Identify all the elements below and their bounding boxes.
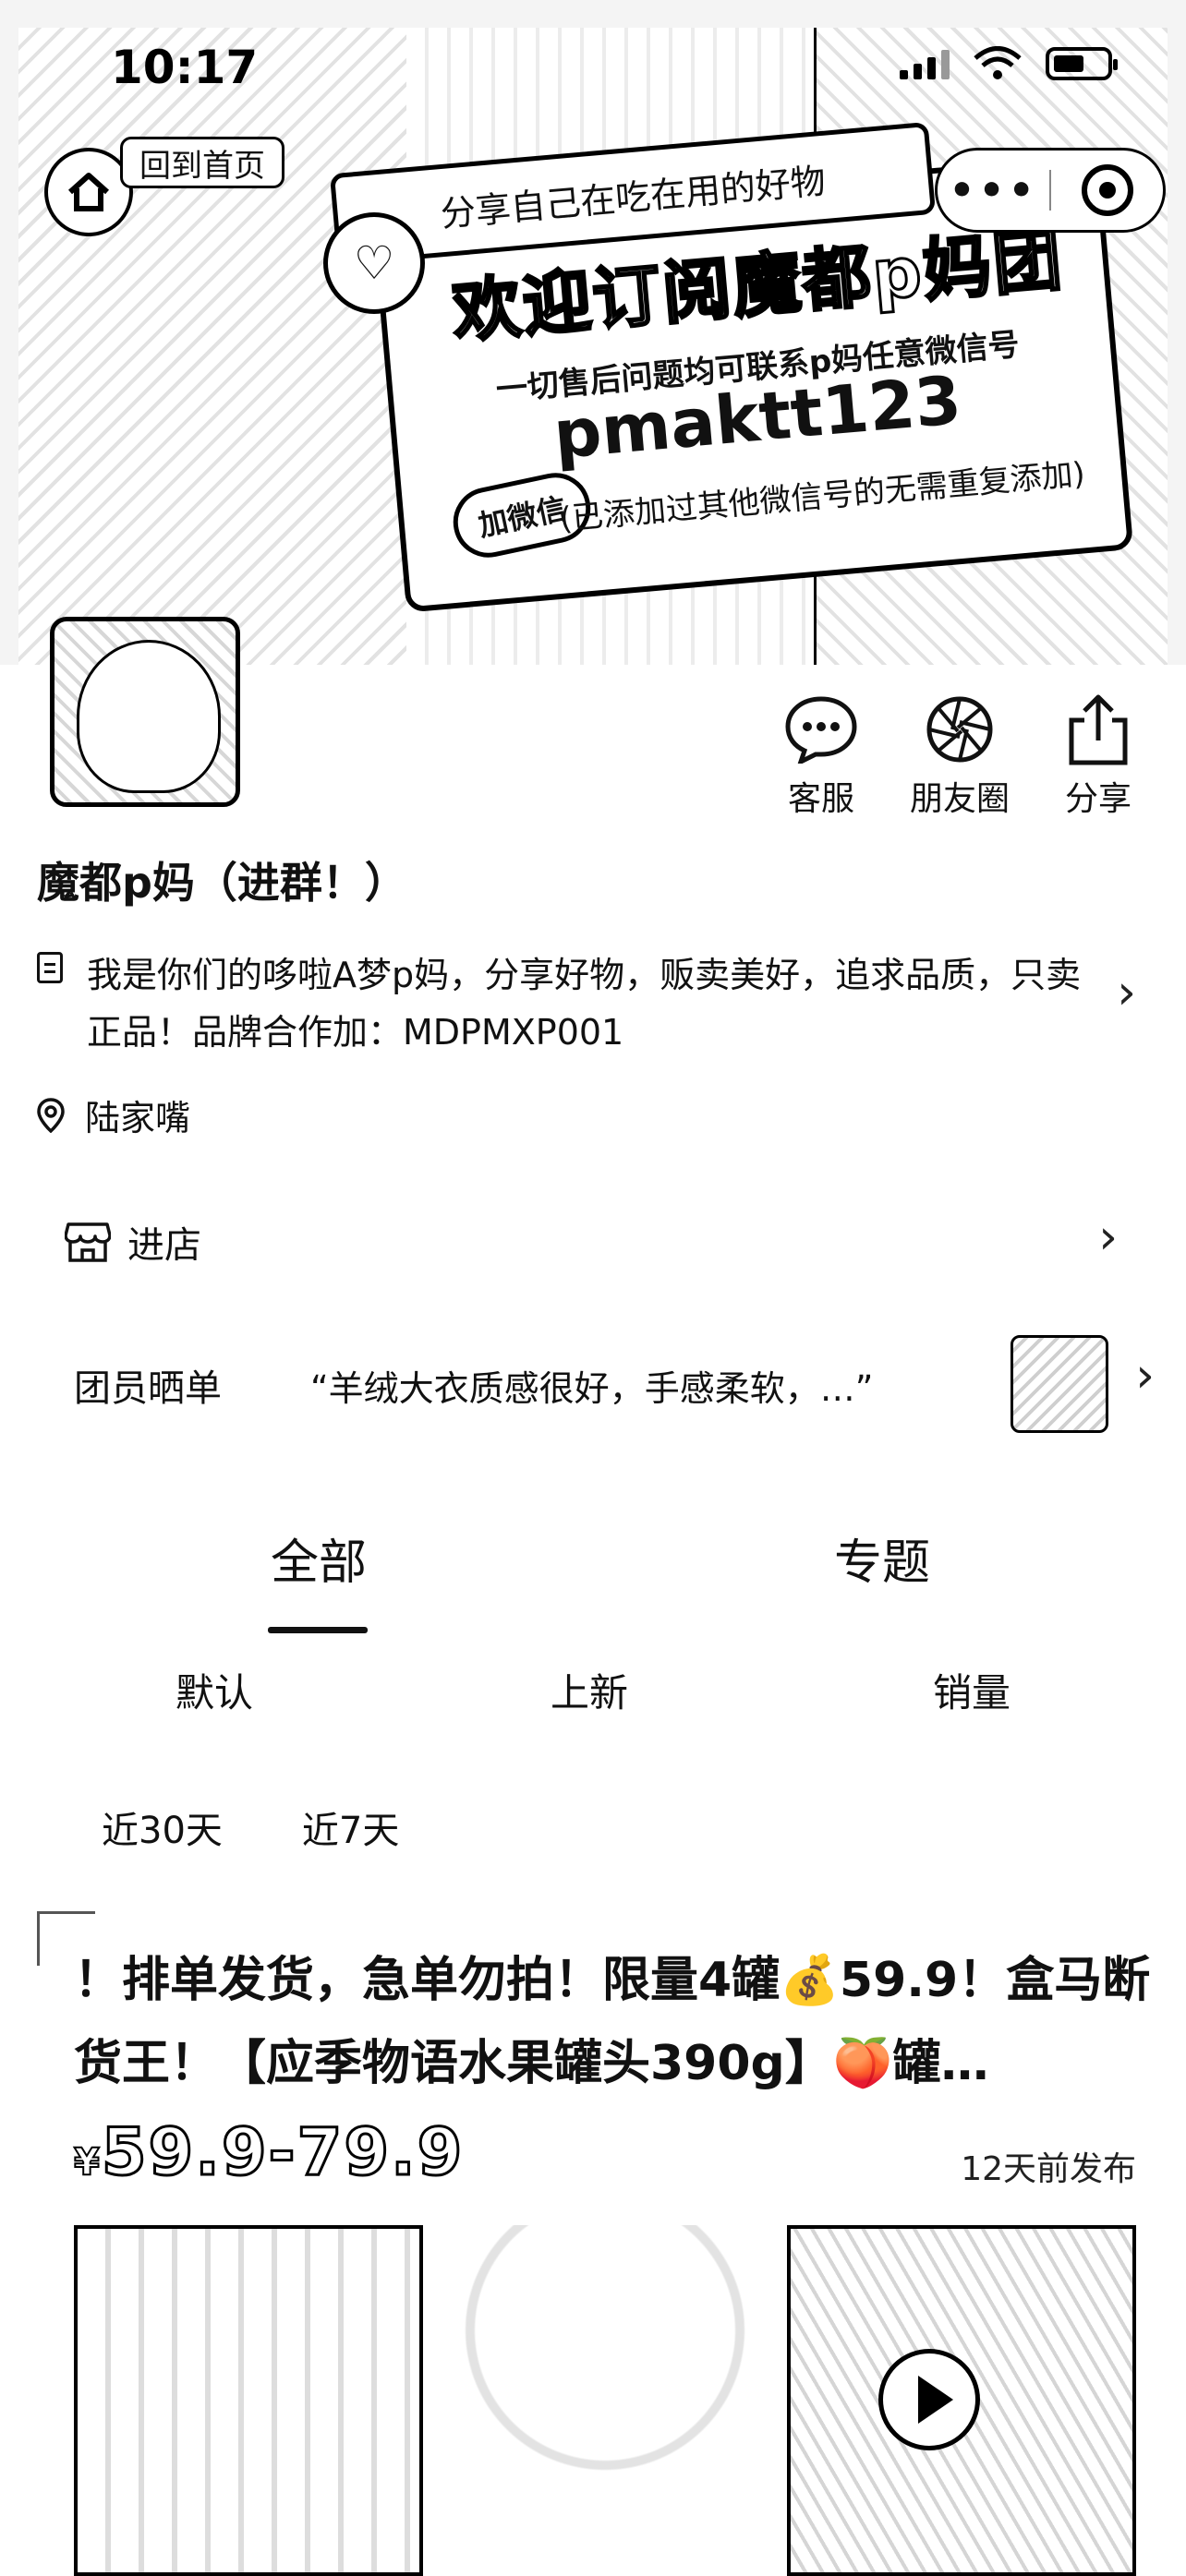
chevron-right-icon: › [1117,965,1136,1020]
review-thumbnail [1011,1335,1108,1433]
chevron-right-icon: › [1135,1348,1155,1403]
chevron-right-icon: › [1098,1210,1118,1265]
sort-sales[interactable]: 销量 [933,1662,1011,1718]
home-icon [67,173,110,211]
shop-name: 魔都p妈（进群！） [37,858,407,908]
active-tab-indicator [268,1627,368,1633]
wifi-icon [974,46,1022,79]
product-title: ！排单发货，急单勿拍！限量4罐💰59.9！盒马断货王！【应季物语水果罐头390g… [74,1953,1151,2091]
tab-topics[interactable]: 专题 [834,1523,930,1593]
content-tabs: 全部 专题 [0,1523,1186,1634]
sort-default[interactable]: 默认 [175,1662,253,1718]
range-7-days[interactable]: 近7天 [302,1800,399,1854]
location-row: 陆家嘴 [37,1089,190,1140]
status-bar: 10:17 [0,0,1186,129]
range-30-days[interactable]: 近30天 [102,1800,223,1854]
location-text: 陆家嘴 [85,1098,191,1138]
member-reviews-label: 团员晒单 [74,1367,222,1410]
avatar-portrait [77,640,221,793]
play-icon [878,2349,980,2450]
shop-actions: 客服 朋友圈 分享 [752,692,1168,820]
product-image-jars[interactable] [74,2225,423,2576]
posted-time: 12天前发布 [961,2150,1136,2188]
shop-avatar[interactable] [50,617,240,807]
product-video-thumbnail[interactable] [787,2225,1136,2576]
share-button[interactable]: 分享 [1029,692,1168,820]
sort-newest[interactable]: 上新 [551,1662,628,1718]
store-icon [65,1222,111,1262]
signal-icon [900,48,950,79]
chat-bubble-icon [784,692,858,766]
share-label: 分享 [1064,780,1132,818]
close-miniprogram-button[interactable] [1051,164,1163,216]
review-quote: “羊绒大衣质感很好，手感柔软，…” [310,1367,874,1409]
document-icon [37,952,63,983]
mini-program-capsule: ••• [935,148,1166,233]
product-gallery [74,2225,1136,2576]
product-image-bowl[interactable] [434,2225,776,2576]
moments-shutter-icon [923,692,997,766]
customer-service-button[interactable]: 客服 [752,692,890,820]
member-reviews-row[interactable]: 团员晒单 “羊绒大衣质感很好，手感柔软，…” › [74,1330,1155,1440]
moments-button[interactable]: 朋友圈 [890,692,1029,820]
shop-description: 我是你们的哆啦A梦p妈，分享好物，贩卖美好，追求品质，只卖正品！品牌合作加：MD… [87,955,1082,1053]
heart-icon: ♡ [323,212,425,314]
more-dots-icon[interactable]: ••• [938,167,1049,214]
tab-all[interactable]: 全部 [271,1523,367,1593]
moments-label: 朋友圈 [909,780,1010,818]
price-currency: ¥ [73,2140,102,2185]
customer-service-label: 客服 [787,780,854,818]
back-home-label[interactable]: 回到首页 [120,137,284,188]
enter-store-label: 进店 [127,1224,201,1267]
share-icon [1061,692,1135,766]
battery-icon [1046,47,1118,80]
shop-description-row[interactable]: 我是你们的哆啦A梦p妈，分享好物，贩卖美好，追求品质，只卖正品！品牌合作加：MD… [37,946,1145,1061]
price-value: 59.9-79.9 [100,2113,465,2192]
product-price: ¥59.9-79.9 [73,2113,465,2192]
enter-store-row[interactable]: 进店 › [65,1210,1136,1274]
time-range-filters: 近30天 近7天 [102,1800,399,1854]
target-icon [1081,164,1133,216]
status-time: 10:17 [111,41,259,94]
location-pin-icon [37,1097,65,1133]
